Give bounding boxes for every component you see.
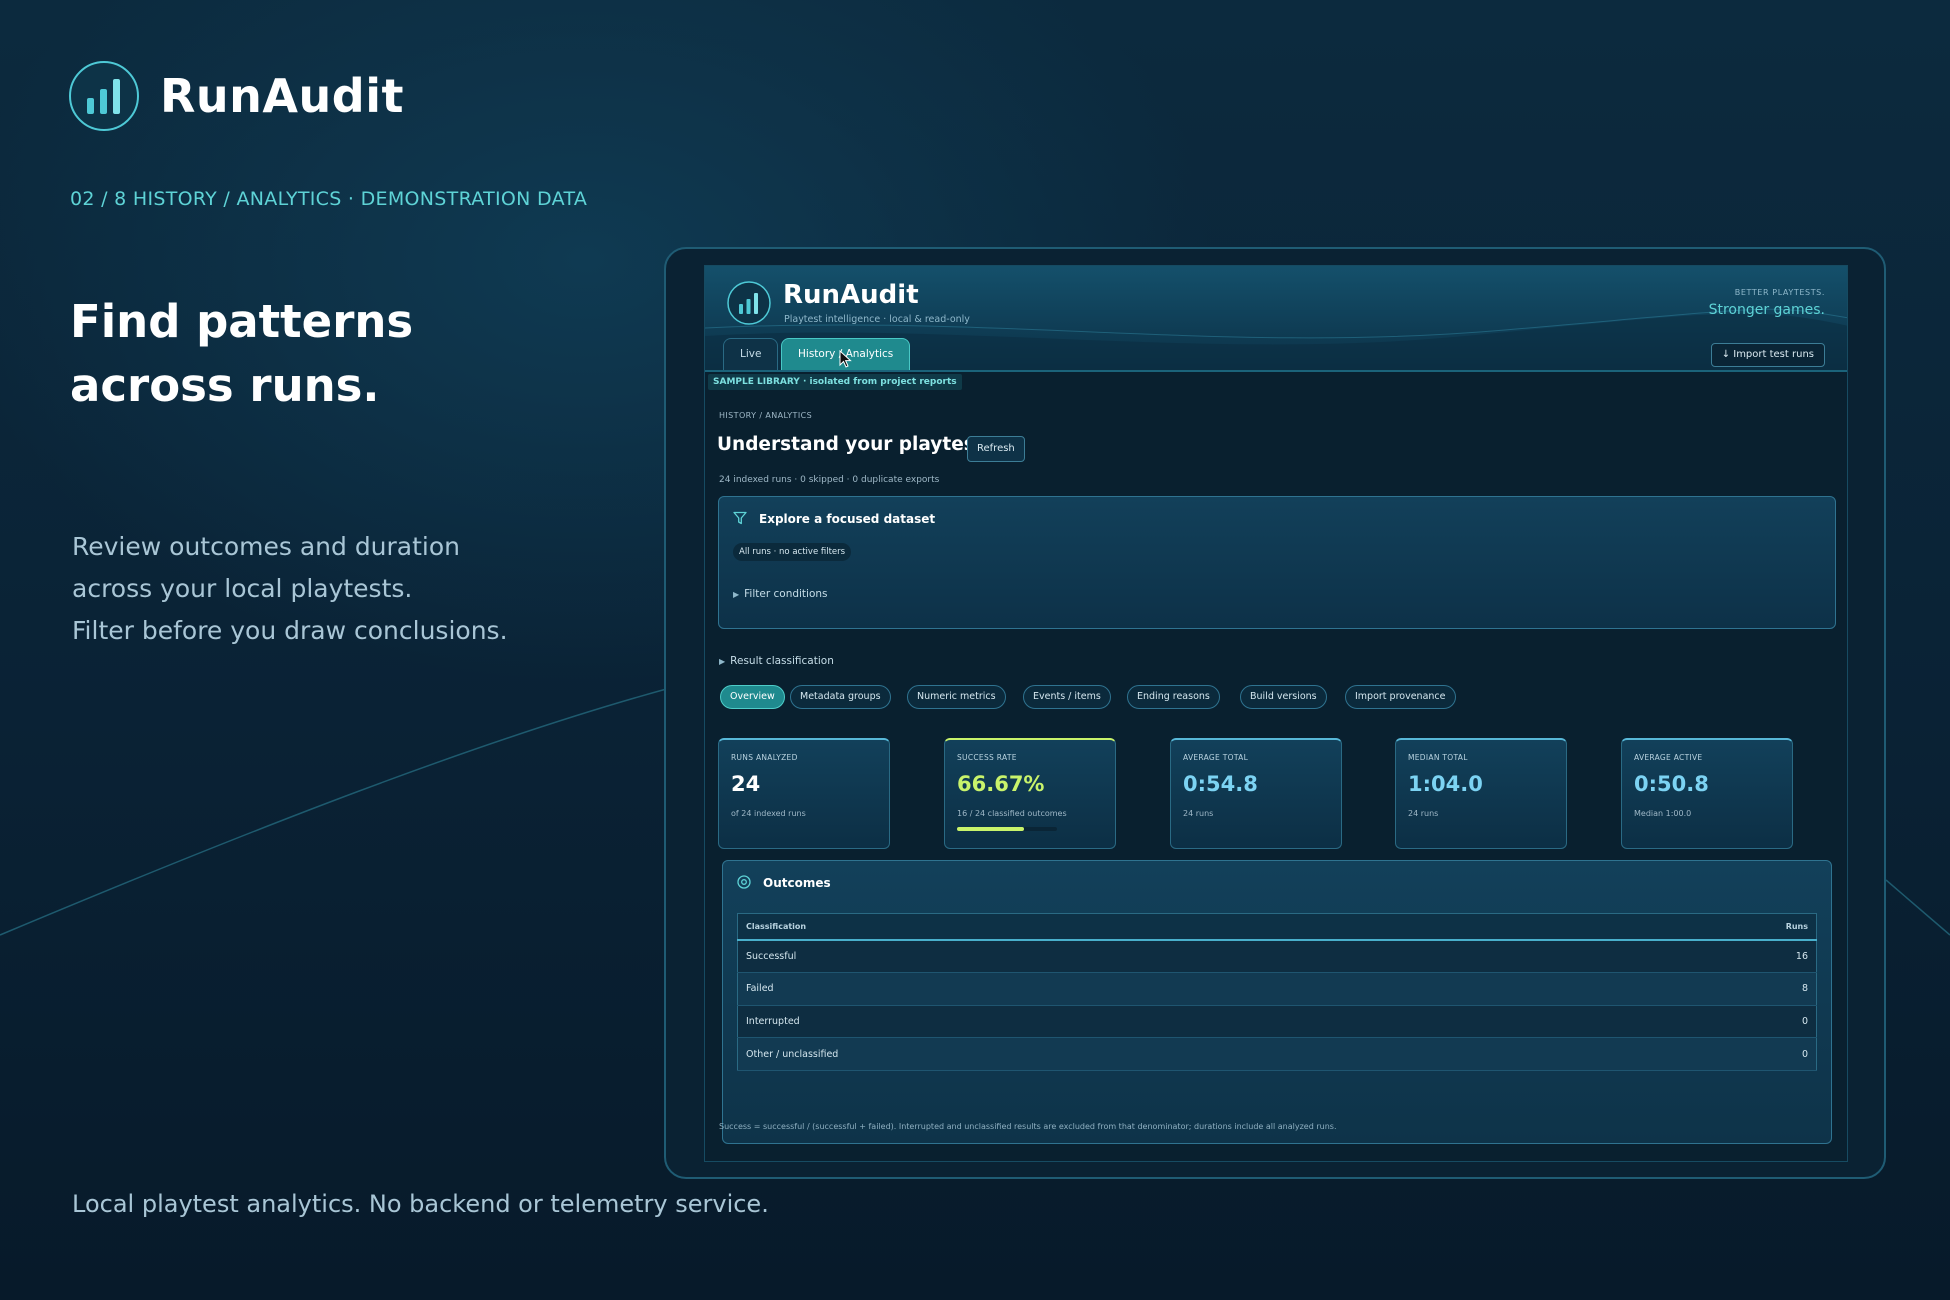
body-line: Review outcomes and duration	[72, 532, 461, 561]
metric-label: MEDIAN TOTAL	[1408, 753, 1468, 762]
view-pill-numeric-metrics[interactable]: Numeric metrics	[907, 685, 1006, 709]
app-title: RunAudit	[783, 280, 919, 310]
outcomes-table: Classification Runs Successful 16 Failed…	[737, 913, 1817, 1071]
runs-cell: 0	[1532, 1005, 1817, 1039]
view-pill-events-items[interactable]: Events / items	[1023, 685, 1111, 709]
app-header: RunAudit Playtest intelligence · local &…	[705, 266, 1847, 372]
device-frame: RunAudit Playtest intelligence · local &…	[664, 247, 1886, 1179]
active-filters-chip: All runs · no active filters	[733, 543, 852, 561]
tagline-big: Stronger games.	[1708, 302, 1825, 318]
success-rate-bar	[957, 827, 1057, 831]
slide-kicker: 02 / 8 HISTORY / ANALYTICS · DEMONSTRATI…	[70, 188, 588, 210]
table-header-row: Classification Runs	[737, 913, 1817, 941]
disclosure-triangle-icon: ▶	[719, 657, 726, 666]
runs-cell: 8	[1532, 972, 1817, 1006]
app-screen: RunAudit Playtest intelligence · local &…	[704, 265, 1848, 1162]
table-row: Other / unclassified 0	[737, 1037, 1817, 1071]
body-line: Filter before you draw conclusions.	[72, 616, 508, 645]
outcomes-title: Outcomes	[763, 876, 831, 890]
metric-sub: 16 / 24 classified outcomes	[957, 809, 1067, 818]
classification-cell: Interrupted	[737, 1005, 1533, 1039]
target-icon	[737, 875, 751, 889]
classification-cell: Other / unclassified	[737, 1037, 1533, 1071]
table-row: Interrupted 0	[737, 1005, 1817, 1039]
metric-card-average-total: AVERAGE TOTAL 0:54.8 24 runs	[1170, 738, 1342, 849]
body-copy: Review outcomes and duration across your…	[72, 526, 632, 652]
column-header-classification: Classification	[737, 913, 1533, 941]
column-header-runs: Runs	[1532, 913, 1817, 941]
classification-cell: Successful	[737, 939, 1533, 973]
metric-sub: Median 1:00.0	[1634, 809, 1692, 818]
headline-line: across runs.	[70, 359, 380, 412]
metric-card-success-rate: SUCCESS RATE 66.67% 16 / 24 classified o…	[944, 738, 1116, 849]
filter-conditions-toggle[interactable]: ▶ Filter conditions	[733, 588, 828, 600]
import-test-runs-button[interactable]: ↓ Import test runs	[1710, 343, 1825, 367]
mouse-cursor-icon	[839, 350, 852, 368]
breadcrumb: HISTORY / ANALYTICS	[719, 411, 813, 420]
metric-sub: 24 runs	[1408, 809, 1439, 818]
metric-card-median-total: MEDIAN TOTAL 1:04.0 24 runs	[1395, 738, 1567, 849]
metric-card-average-active: AVERAGE ACTIVE 0:50.8 Median 1:00.0	[1621, 738, 1793, 849]
metric-value: 24	[731, 772, 761, 796]
success-rate-footnote: Success = successful / (successful + fai…	[719, 1122, 1337, 1131]
metric-value: 0:54.8	[1183, 772, 1258, 796]
result-classification-label: Result classification	[730, 655, 834, 667]
metric-sub: of 24 indexed runs	[731, 809, 806, 818]
app-subtitle: Playtest intelligence · local & read-onl…	[784, 314, 970, 325]
bar-chart-logo-icon	[727, 281, 771, 325]
runs-cell: 0	[1532, 1037, 1817, 1071]
tab-live[interactable]: Live	[723, 338, 779, 370]
metric-value: 66.67%	[957, 772, 1045, 796]
page-title: Understand your playtests	[717, 434, 995, 455]
headline-line: Find patterns	[70, 295, 414, 348]
runs-cell: 16	[1532, 939, 1817, 973]
refresh-button[interactable]: Refresh	[967, 436, 1025, 462]
metric-sub: 24 runs	[1183, 809, 1214, 818]
footer-note: Local playtest analytics. No backend or …	[72, 1190, 769, 1218]
body-line: across your local playtests.	[72, 574, 413, 603]
sample-library-badge: SAMPLE LIBRARY · isolated from project r…	[708, 374, 962, 390]
view-pill-overview[interactable]: Overview	[720, 685, 785, 709]
tagline-small: BETTER PLAYTESTS.	[1734, 288, 1825, 297]
disclosure-triangle-icon: ▶	[733, 590, 740, 599]
metric-label: SUCCESS RATE	[957, 753, 1017, 762]
metric-label: AVERAGE TOTAL	[1183, 753, 1249, 762]
funnel-icon	[733, 511, 747, 525]
metric-label: RUNS ANALYZED	[731, 753, 798, 762]
view-pill-import-provenance[interactable]: Import provenance	[1345, 685, 1456, 709]
metric-value: 0:50.8	[1634, 772, 1709, 796]
table-row: Successful 16	[737, 939, 1817, 973]
view-pill-ending-reasons[interactable]: Ending reasons	[1127, 685, 1220, 709]
brand-header: RunAudit	[68, 60, 404, 132]
classification-cell: Failed	[737, 972, 1533, 1006]
view-pill-build-versions[interactable]: Build versions	[1240, 685, 1327, 709]
metric-value: 1:04.0	[1408, 772, 1483, 796]
view-pill-metadata-groups[interactable]: Metadata groups	[790, 685, 891, 709]
result-classification-toggle[interactable]: ▶ Result classification	[719, 655, 834, 667]
metric-card-runs-analyzed: RUNS ANALYZED 24 of 24 indexed runs	[718, 738, 890, 849]
brand-name: RunAudit	[160, 69, 404, 123]
outcomes-panel: Outcomes Classification Runs Successful …	[722, 860, 1832, 1144]
filter-conditions-label: Filter conditions	[744, 588, 828, 600]
index-meta: 24 indexed runs · 0 skipped · 0 duplicat…	[719, 475, 940, 485]
bar-chart-logo-icon	[69, 61, 139, 131]
table-row: Failed 8	[737, 972, 1817, 1006]
success-rate-bar-fill	[957, 827, 1024, 831]
filter-title: Explore a focused dataset	[759, 512, 936, 526]
metric-label: AVERAGE ACTIVE	[1634, 753, 1703, 762]
filter-panel: Explore a focused dataset All runs · no …	[718, 496, 1836, 629]
headline: Find patterns across runs.	[70, 290, 630, 418]
